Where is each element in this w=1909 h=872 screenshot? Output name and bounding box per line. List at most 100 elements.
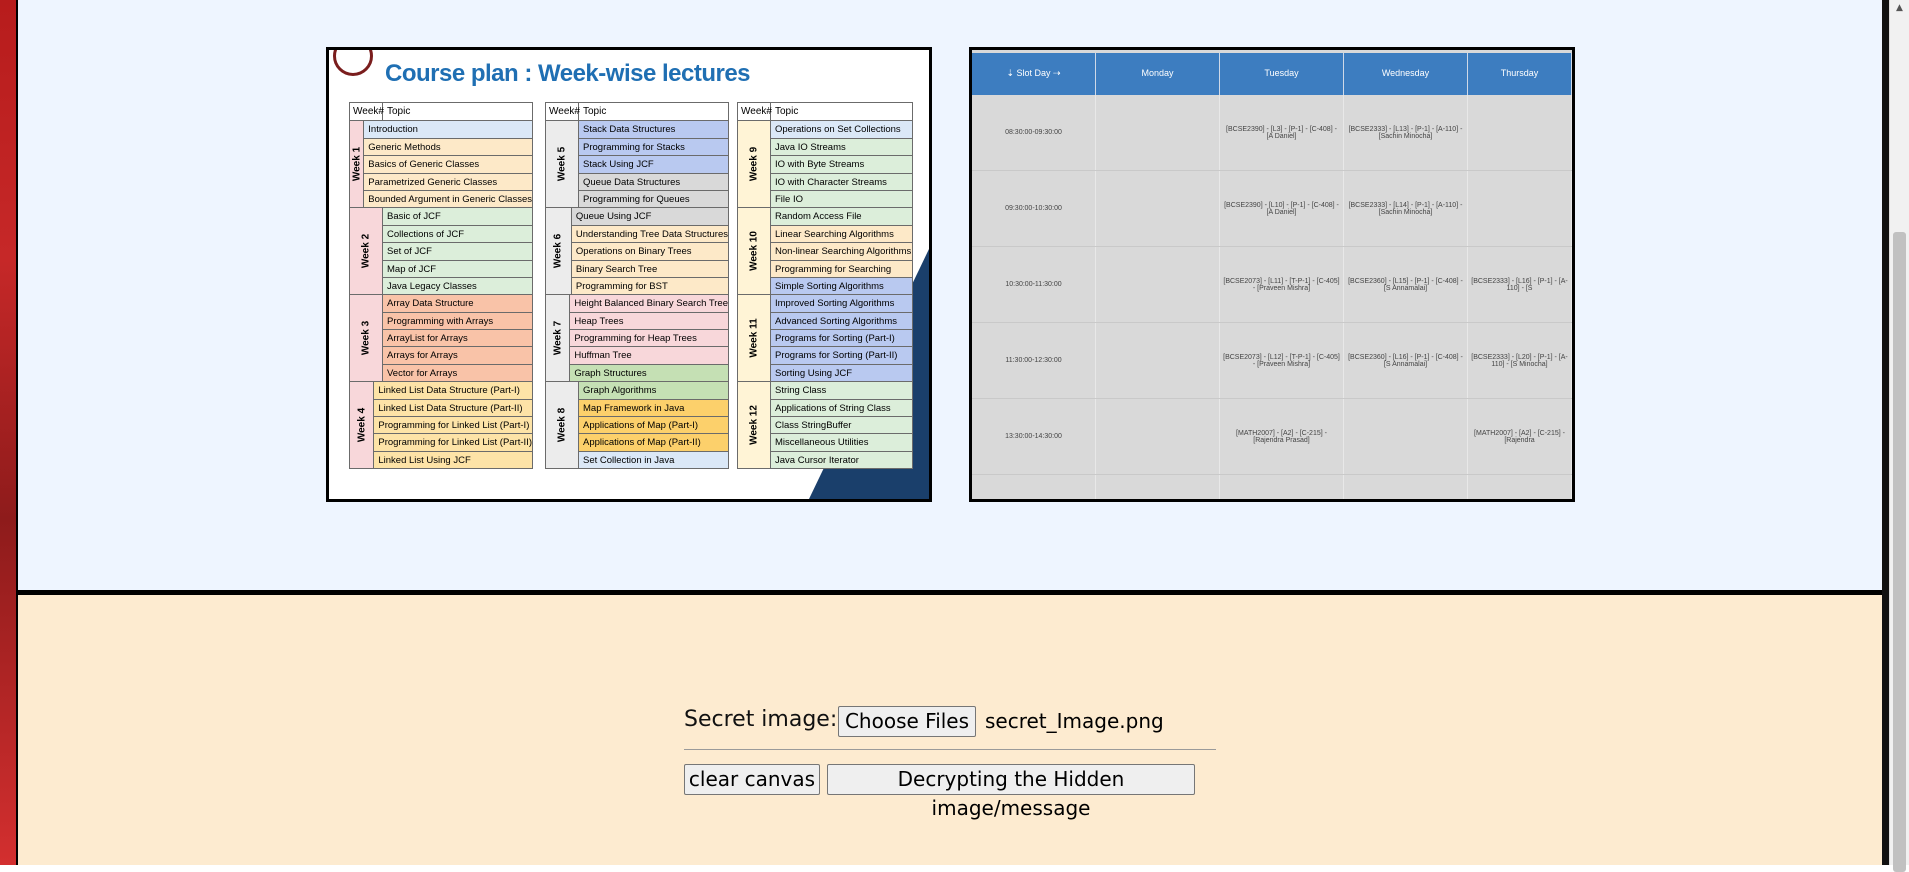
- timetable-cell: [1096, 399, 1220, 474]
- secret-image-label: Secret image:: [684, 707, 838, 732]
- topic-cell: Linked List Data Structure (Part-I): [374, 382, 533, 400]
- timetable-cell: 11:30:00-12:30:00: [972, 323, 1096, 398]
- selected-file-name: secret_Image.png: [985, 709, 1164, 733]
- topic-cell: Generic Methods: [364, 138, 533, 157]
- timetable-cell: [BCSE2333] - [L13] - [P-1] - [A-110] - […: [1344, 95, 1468, 170]
- week-topics: Height Balanced Binary Search Tree Heap T…: [570, 295, 729, 383]
- topic-header: Topic: [579, 103, 729, 121]
- topic-cell: Programs for Sorting (Part-II): [771, 347, 913, 365]
- timetable-cell: [1096, 323, 1220, 398]
- week-topics: Graph Algorithms Map Framework in Java App…: [579, 382, 729, 470]
- topic-cell: Basics of Generic Classes: [364, 156, 533, 174]
- timetable-cell: 09:30:00-10:30:00: [972, 171, 1096, 246]
- topic-cell: Programming for Linked List (Part-II): [374, 434, 533, 452]
- topic-cell: Basic of JCF: [383, 208, 533, 226]
- university-logo: [333, 50, 373, 76]
- topic-cell: Graph Structures: [570, 364, 729, 383]
- scroll-up-arrow-icon[interactable]: ▲: [1890, 0, 1909, 17]
- course-plan-title: Course plan : Week-wise lectures: [385, 60, 751, 87]
- topic-cell: Map of JCF: [383, 260, 533, 278]
- topic-cell: Introduction: [364, 121, 533, 139]
- course-plan-header: Week# Topic: [349, 102, 533, 122]
- week-topics: Stack Data Structures Programming for Sta…: [579, 121, 729, 209]
- topic-cell: ArrayList for Arrays: [383, 330, 533, 348]
- clear-canvas-button[interactable]: clear canvas: [684, 764, 820, 795]
- vertical-scrollbar[interactable]: ▲: [1889, 0, 1909, 872]
- timetable-cell: [1468, 171, 1572, 246]
- topic-cell: Stack Data Structures: [579, 121, 729, 139]
- topic-cell: IO with Byte Streams: [771, 156, 913, 174]
- course-plan-image: Course plan : Week-wise lectures Week# To…: [326, 47, 932, 502]
- topic-cell: Programming for Stacks: [579, 138, 729, 157]
- topic-cell: Arrays for Arrays: [383, 347, 533, 365]
- week-block: Week 7 Height Balanced Binary Search Tree…: [545, 295, 729, 383]
- topic-cell: Linear Searching Algorithms: [771, 225, 913, 244]
- topic-cell: Applications of Map (Part-I): [579, 417, 729, 435]
- timetable-cell: [BCSE2360] - [L16] - [P-1] - [C-408] - […: [1344, 323, 1468, 398]
- scrollbar-thumb[interactable]: [1893, 232, 1906, 872]
- topic-cell: Operations on Set Collections: [771, 121, 913, 139]
- timetable-header-cell: Wednesday: [1344, 53, 1468, 95]
- topic-cell: Set Collection in Java: [579, 451, 729, 470]
- week-label: Week 11: [737, 295, 771, 383]
- topic-cell: Advanced Sorting Algorithms: [771, 312, 913, 331]
- topic-cell: Parametrized Generic Classes: [364, 173, 533, 191]
- week-topics: Array Data Structure Programming with Arr…: [383, 295, 533, 383]
- week-label-text: Week 3: [360, 321, 372, 356]
- week-label-text: Week 8: [556, 408, 568, 443]
- topic-cell: Simple Sorting Algorithms: [771, 277, 913, 296]
- topic-cell: Non-linear Searching Algorithms: [771, 243, 913, 261]
- timetable-row: 08:30:00-09:30:00 [BCSE2390] - [L3] - [P-…: [972, 95, 1572, 171]
- topic-cell: Class StringBuffer: [771, 417, 913, 435]
- timetable-row: 09:30:00-10:30:00 [BCSE2390] - [L10] - [P…: [972, 171, 1572, 247]
- image-display-panel: [18, 0, 1882, 595]
- timetable-cell: [1468, 475, 1572, 499]
- topic-cell: Collections of JCF: [383, 225, 533, 244]
- week-topics: Linked List Data Structure (Part-I) Linke…: [374, 382, 533, 470]
- timetable-header-cell: Thursday: [1468, 53, 1572, 95]
- timetable-cell: [BCSE2073] - [L12] - [T-P-1] - [C-405] -…: [1220, 323, 1344, 398]
- week-topics: Queue Using JCF Understanding Tree Data S…: [571, 208, 729, 296]
- timetable-image: ⇣ Slot Day ⇢ Monday Tuesday Wednesday Thursd…: [969, 47, 1575, 502]
- week-label: Week 4: [349, 382, 375, 470]
- timetable-cell: [BCSE2390] - [L3] - [P-1] - [C-408] - [A…: [1220, 95, 1344, 170]
- timetable-cell: [BCSE2333] - [L14] - [P-1] - [A-110] - […: [1344, 171, 1468, 246]
- topic-cell: Programs for Sorting (Part-I): [771, 330, 913, 348]
- topic-cell: Miscellaneous Utilities: [771, 434, 913, 452]
- week-label-text: Week 4: [356, 408, 368, 443]
- topic-cell: Improved Sorting Algorithms: [771, 295, 913, 313]
- course-plan-column-3: Week# Topic Week 9 Operations on Set Collec…: [737, 102, 913, 470]
- topic-cell: Random Access File: [771, 208, 913, 226]
- week-block: Week 5 Stack Data Structures Programming f…: [545, 121, 729, 209]
- week-label: Week 3: [349, 295, 383, 383]
- week-label-text: Week 12: [748, 405, 760, 446]
- week-label-text: Week 5: [556, 147, 568, 182]
- week-label: Week 7: [545, 295, 571, 383]
- timetable-cell: [BCSE2360] - [L15] - [P-1] - [C-408] - […: [1344, 247, 1468, 322]
- decrypt-button[interactable]: Decrypting the Hidden image/message: [827, 764, 1195, 820]
- week-label: Week 8: [545, 382, 579, 470]
- week-topics: Introduction Generic Methods Basics of Gen…: [364, 121, 533, 209]
- week-label-text: Week 1: [351, 147, 363, 182]
- week-topics: Improved Sorting Algorithms Advanced Sort…: [771, 295, 913, 383]
- timetable-cell: [1344, 399, 1468, 474]
- topic-cell: Binary Search Tree: [571, 260, 729, 278]
- choose-files-button[interactable]: Choose Files: [838, 706, 976, 737]
- topic-cell: Stack Using JCF: [579, 156, 729, 174]
- week-block: Week 10 Random Access File Linear Searchin…: [737, 208, 913, 296]
- topic-cell: Map Framework in Java: [579, 399, 729, 418]
- topic-cell: Queue Data Structures: [579, 173, 729, 191]
- timetable-cell: [1096, 247, 1220, 322]
- topic-cell: Programming for Queues: [579, 190, 729, 209]
- week-topics: String Class Applications of String Class…: [771, 382, 913, 470]
- week-block: Week 3 Array Data Structure Programming wi…: [349, 295, 533, 383]
- topic-cell: Programming for BST: [571, 277, 729, 296]
- timetable-header-cell: Tuesday: [1220, 53, 1344, 95]
- topic-cell: Graph Algorithms: [579, 382, 729, 400]
- timetable-cell: 10:30:00-11:30:00: [972, 247, 1096, 322]
- week-block: Week 12 String Class Applications of Strin…: [737, 382, 913, 470]
- topic-cell: Linked List Using JCF: [374, 451, 533, 470]
- topic-cell: Java Legacy Classes: [383, 277, 533, 296]
- timetable-cell: [1468, 95, 1572, 170]
- week-block: Week 9 Operations on Set Collections Java …: [737, 121, 913, 209]
